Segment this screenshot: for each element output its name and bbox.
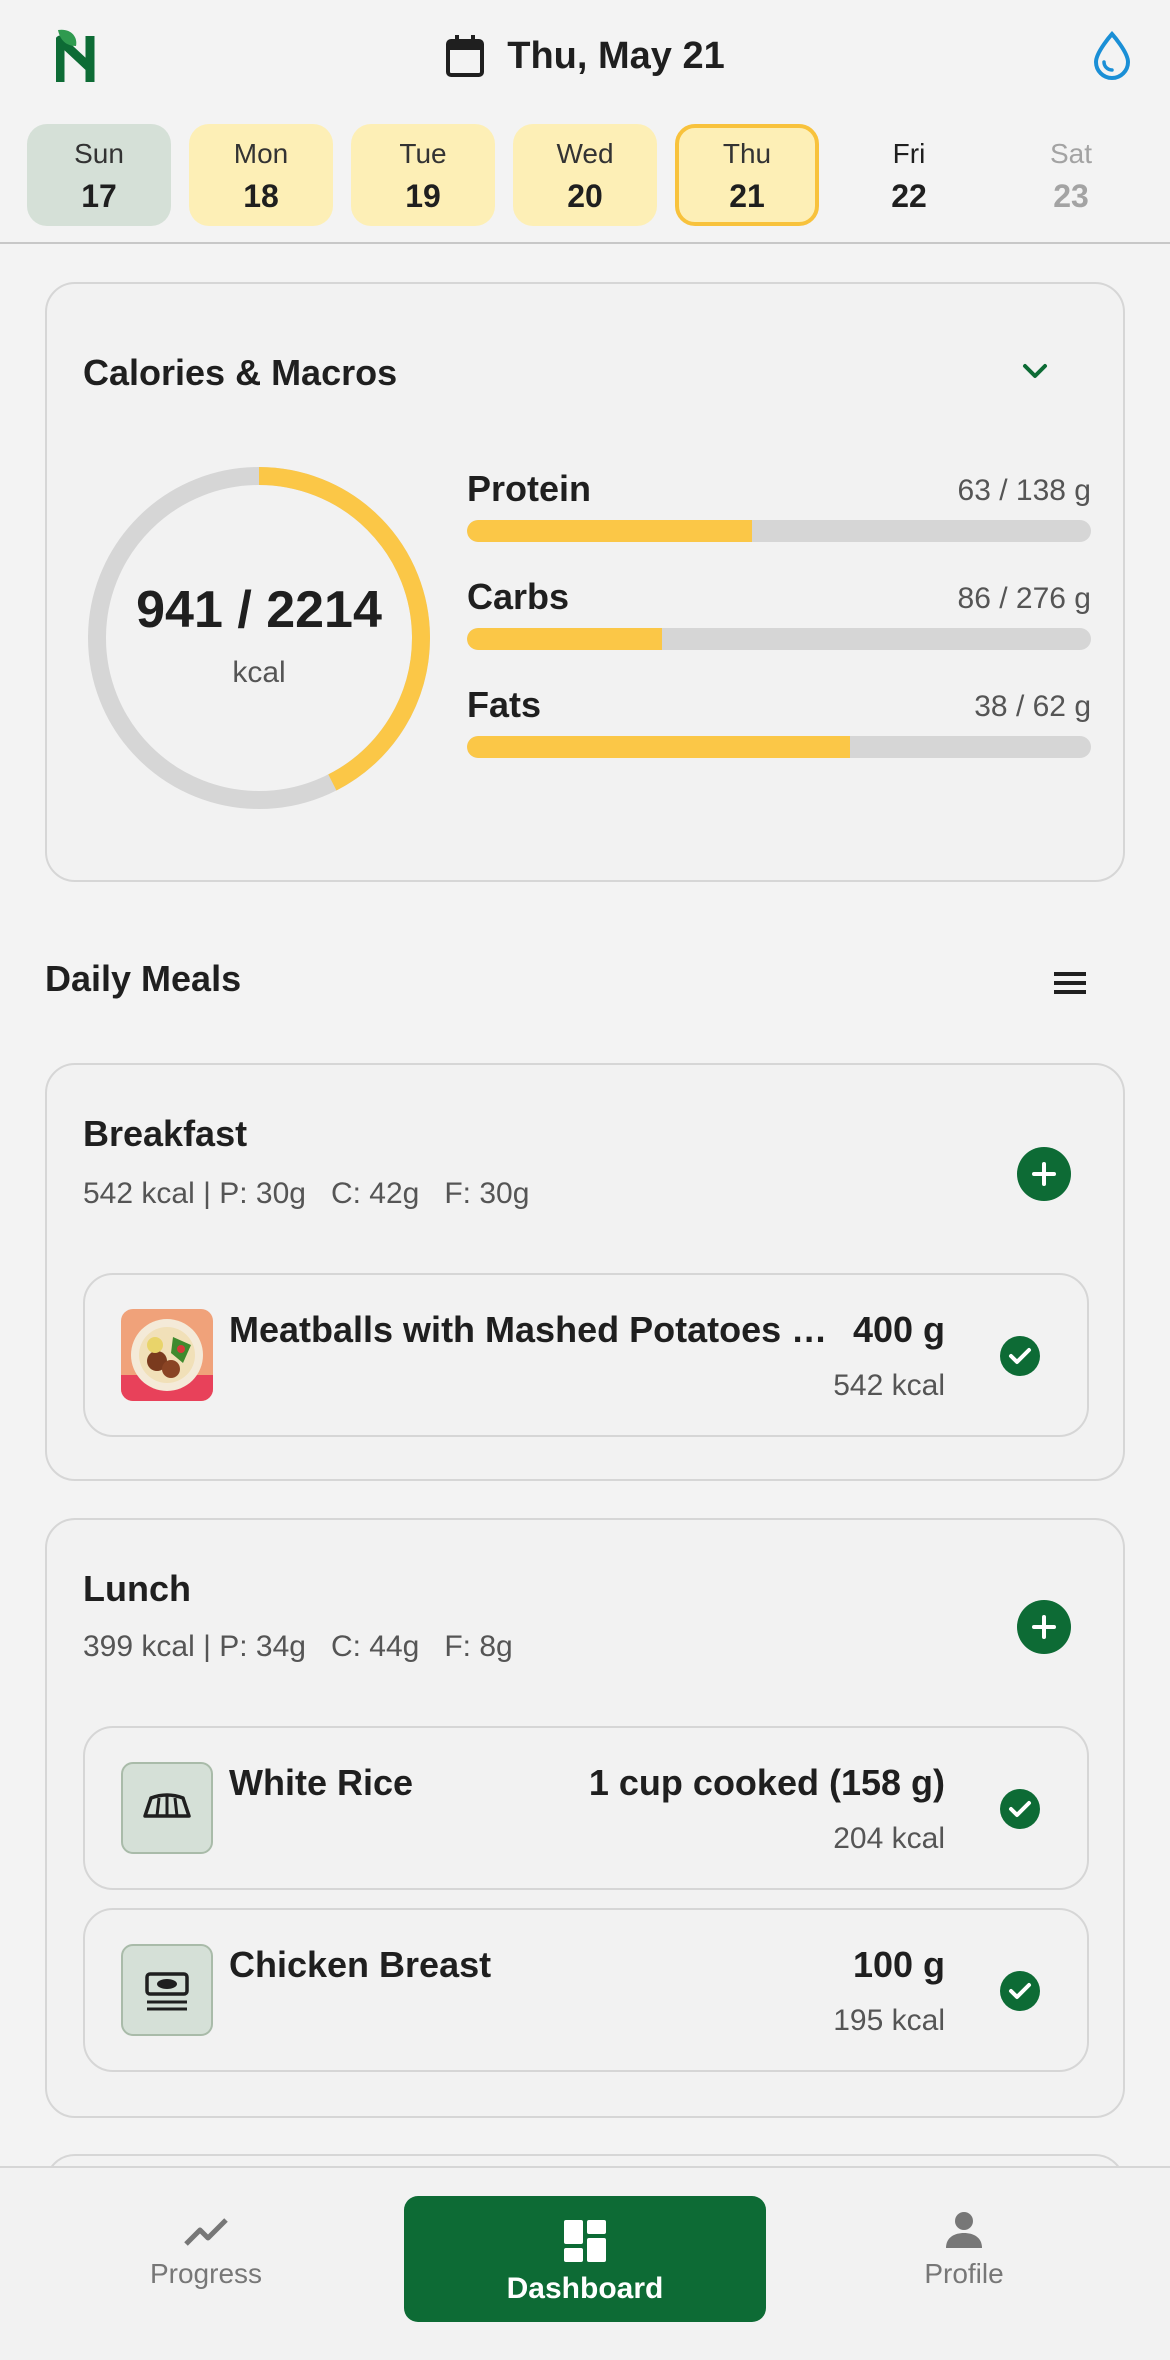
food-name: White Rice [229,1762,414,1803]
day-name: Mon [233,138,289,169]
bottom-navigation: Progress Dashboard Profile [0,2166,1170,2360]
food-photo [121,1309,213,1401]
macro-name: Fats [467,684,542,725]
day-name: Sat [1049,138,1093,169]
food-quantity: 400 g [852,1309,945,1350]
food-quantity: 100 g [852,1944,945,1985]
food-kcal: 204 kcal [833,1822,945,1855]
day-name: Thu [722,138,772,169]
nav-label: Dashboard [506,2272,664,2305]
day-number: 18 [243,178,279,214]
calories-macros-card: Calories & Macros 941 / 2214 kcal Protei… [45,282,1125,882]
day-sun[interactable]: Sun 17 [27,124,171,226]
meal-summary: 399 kcal | P: 34g C: 44g F: 8g [83,1630,513,1663]
check-circle-icon[interactable] [999,1788,1041,1830]
day-number: 19 [405,178,441,214]
macro-bar [467,628,1091,650]
day-name: Wed [556,138,614,169]
macro-fats: Fats 38 / 62 g [467,684,1091,758]
nav-progress[interactable]: Progress [106,2196,306,2322]
food-kcal: 542 kcal [833,1369,945,1402]
macro-bar [467,520,1091,542]
top-bar: Thu, May 21 [0,0,1170,112]
daily-meals-title: Daily Meals [45,958,242,999]
macro-bar [467,736,1091,758]
macro-carbs: Carbs 86 / 276 g [467,576,1091,650]
check-circle-icon[interactable] [999,1970,1041,2012]
trending-up-icon [184,2218,228,2246]
meal-name: Lunch [83,1568,191,1609]
day-number: 20 [567,178,603,214]
macro-name: Protein [467,468,592,509]
card-title: Calories & Macros [83,352,398,393]
meal-card-lunch: Lunch 399 kcal | P: 34g C: 44g F: 8g Whi… [45,1518,1125,2118]
day-sat: Sat 23 [999,124,1143,226]
menu-icon[interactable] [1052,968,1088,998]
person-icon [946,2212,982,2248]
current-date: Thu, May 21 [507,34,725,77]
bread-icon [121,1762,213,1854]
day-mon[interactable]: Mon 18 [189,124,333,226]
food-item[interactable]: Meatballs with Mashed Potatoes … 400 g 5… [83,1273,1089,1437]
food-item[interactable]: White Rice 1 cup cooked (158 g) 204 kcal [83,1726,1089,1890]
macro-value: 86 / 276 g [957,582,1091,615]
macro-value: 38 / 62 g [974,690,1091,723]
macro-bar-fill [467,736,850,758]
macro-name: Carbs [467,576,570,617]
day-name: Sun [74,138,124,169]
nav-label: Progress [149,2258,263,2289]
day-fri[interactable]: Fri 22 [837,124,981,226]
calendar-icon [446,35,485,77]
calorie-value: 941 / 2214 [136,581,382,639]
calorie-unit: kcal [232,656,286,689]
meal-summary: 542 kcal | P: 30g C: 42g F: 30g [83,1177,530,1210]
week-strip: Sun 17 Mon 18 Tue 19 Wed 20 Thu 21 Fri 2… [0,122,1170,244]
water-drop-icon[interactable] [1090,30,1134,80]
macro-protein: Protein 63 / 138 g [467,468,1091,542]
protein-icon [121,1944,213,2036]
nav-profile[interactable]: Profile [864,2196,1064,2322]
meal-name: Breakfast [83,1113,248,1154]
day-number: 23 [1053,178,1089,214]
macro-bar-fill [467,628,662,650]
food-kcal: 195 kcal [833,2004,945,2037]
add-food-button[interactable] [1017,1147,1071,1201]
day-name: Fri [892,138,926,169]
day-thu[interactable]: Thu 21 [675,124,819,226]
check-circle-icon[interactable] [999,1335,1041,1377]
day-number: 17 [81,178,117,214]
macro-bar-fill [467,520,753,542]
food-name: Meatballs with Mashed Potatoes … [229,1309,828,1350]
food-quantity: 1 cup cooked (158 g) [588,1762,945,1803]
day-name: Tue [399,138,447,169]
day-number: 21 [729,178,765,214]
nav-label: Profile [924,2258,1004,2289]
day-number: 22 [891,178,927,214]
food-name: Chicken Breast [229,1944,492,1985]
add-food-button[interactable] [1017,1600,1071,1654]
nav-dashboard[interactable]: Dashboard [404,2196,766,2322]
date-selector[interactable]: Thu, May 21 [0,30,1170,82]
dashboard-icon [564,2220,606,2262]
day-wed[interactable]: Wed 20 [513,124,657,226]
chevron-down-icon[interactable] [1019,360,1051,384]
day-tue[interactable]: Tue 19 [351,124,495,226]
macro-value: 63 / 138 g [957,474,1091,507]
meal-card-breakfast: Breakfast 542 kcal | P: 30g C: 42g F: 30… [45,1063,1125,1481]
food-item[interactable]: Chicken Breast 100 g 195 kcal [83,1908,1089,2072]
